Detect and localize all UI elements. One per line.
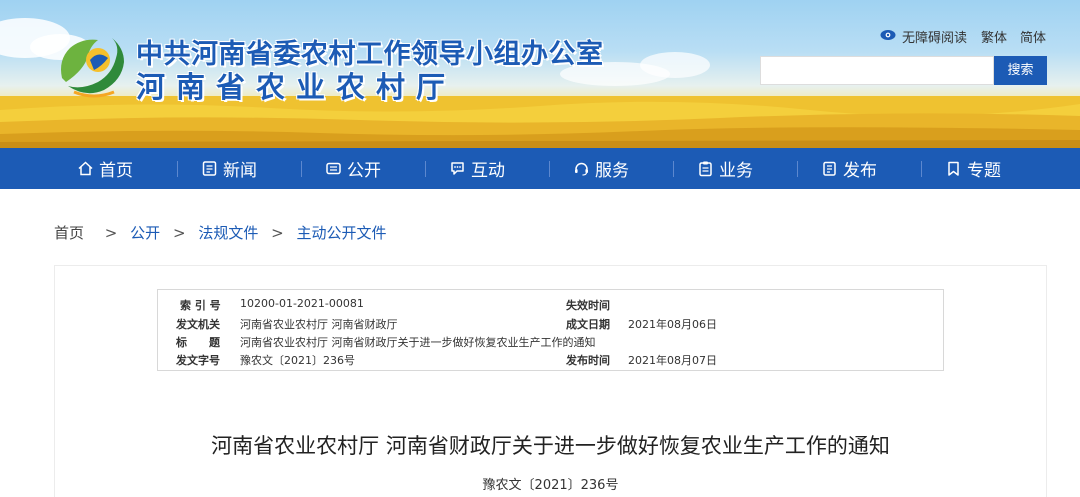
document-title: 河南省农业农村厅 河南省财政厅关于进一步做好恢复农业生产工作的通知	[211, 434, 890, 458]
meta-label-title: 标 题	[176, 336, 220, 349]
nav-item-label: 专题	[967, 161, 1001, 181]
nav-item-service[interactable]: 服务	[539, 148, 663, 189]
chat-icon	[451, 162, 464, 175]
breadcrumb-separator: >	[172, 224, 186, 242]
meta-label-created: 成文日期	[566, 318, 610, 331]
department-logo-icon	[61, 38, 124, 98]
nav-item-label: 发布	[843, 161, 877, 181]
breadcrumb-link-disclosure[interactable]: 公开	[130, 222, 160, 243]
nav-item-label: 互动	[471, 161, 505, 181]
news-icon	[202, 161, 217, 176]
traditional-chinese-link[interactable]: 繁体	[981, 27, 1007, 46]
meta-value-published: 2021年08月07日	[628, 354, 717, 367]
meta-label-expire: 失效时间	[566, 299, 610, 312]
meta-value-issuer: 河南省农业农村厅 河南省财政厅	[240, 318, 398, 331]
meta-label-published: 发布时间	[566, 354, 610, 367]
document-number: 豫农文〔2021〕236号	[482, 478, 619, 493]
eye-icon	[880, 30, 896, 40]
nav-item-label: 业务	[719, 161, 753, 181]
search-button[interactable]: 搜索	[994, 56, 1047, 85]
nav-item-label: 首页	[99, 161, 133, 181]
meta-label-docno: 发文字号	[176, 354, 220, 367]
breadcrumb-link-regulations[interactable]: 法规文件	[198, 222, 258, 243]
dept-name-title: 河南省农业农村厅	[136, 70, 457, 104]
meta-label-issuer: 发文机关	[176, 318, 220, 331]
cloud-decoration	[640, 52, 710, 78]
nav-item-home[interactable]: 首页	[43, 148, 167, 189]
simplified-chinese-link[interactable]: 简体	[1020, 27, 1046, 46]
service-icon	[575, 162, 588, 176]
clipboard-icon	[699, 161, 712, 177]
nav-item-label: 服务	[595, 161, 629, 181]
top-utility-links: 无障碍阅读 繁体 简体	[880, 27, 1050, 46]
nav-item-disclosure[interactable]: 公开	[291, 148, 415, 189]
breadcrumb-separator: >	[104, 224, 118, 242]
nav-item-publish[interactable]: 发布	[787, 148, 911, 189]
breadcrumb-home-link[interactable]: 首页	[54, 222, 84, 243]
breadcrumb-separator: >	[271, 224, 284, 242]
meta-value-created: 2021年08月06日	[628, 318, 717, 331]
main-nav: 首页 新闻 公开 互动 服务 业务 发布 专题	[0, 148, 1080, 189]
meta-label-index: 索 引 号	[180, 299, 221, 312]
nav-item-business[interactable]: 业务	[663, 148, 787, 189]
nav-item-interaction[interactable]: 互动	[415, 148, 539, 189]
document-metadata-table: 索 引 号 10200-01-2021-00081 失效时间 发文机关 河南省农…	[157, 289, 944, 371]
meta-value-docno: 豫农文〔2021〕236号	[240, 354, 355, 367]
disclosure-icon	[326, 162, 341, 175]
nav-item-news[interactable]: 新闻	[167, 148, 291, 189]
nav-item-label: 公开	[347, 161, 381, 181]
breadcrumb: 首页 > 公开 > 法规文件 > 主动公开文件	[54, 222, 386, 242]
nav-item-topics[interactable]: 专题	[911, 148, 1035, 189]
bookmark-icon	[948, 161, 959, 176]
accessibility-link[interactable]: 无障碍阅读	[902, 27, 967, 46]
header-banner: 中共河南省委农村工作领导小组办公室 河南省农业农村厅 无障碍阅读 繁体 简体 搜…	[0, 0, 1080, 148]
meta-value-title: 河南省农业农村厅 河南省财政厅关于进一步做好恢复农业生产工作的通知	[240, 336, 596, 349]
nav-item-label: 新闻	[223, 161, 257, 181]
meta-value-index: 10200-01-2021-00081	[240, 297, 364, 310]
home-icon	[78, 161, 93, 176]
breadcrumb-link-public-files[interactable]: 主动公开文件	[296, 222, 386, 243]
publish-icon	[823, 161, 836, 176]
search-input[interactable]	[760, 56, 994, 85]
